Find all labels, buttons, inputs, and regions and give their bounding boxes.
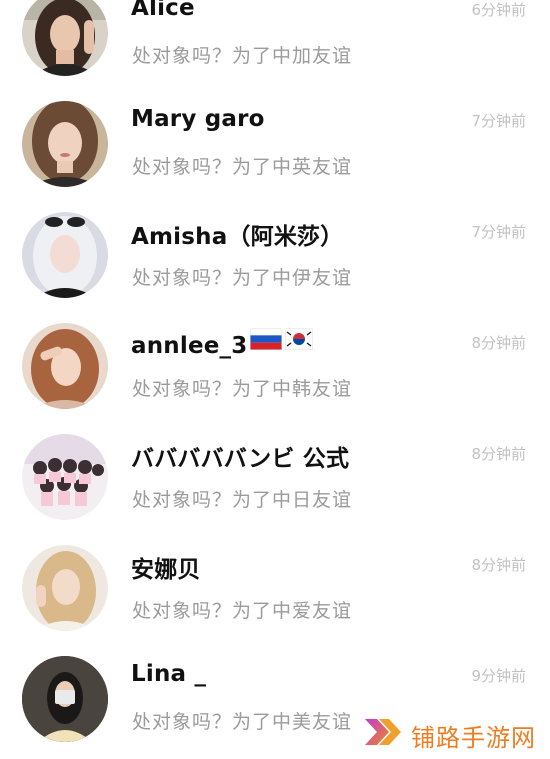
avatar-group-photo-icon <box>22 434 108 520</box>
chat-list: Alice 处对象吗？为了中加友谊 6分钟前 Mary garo 处对象吗？为了… <box>0 0 550 754</box>
message-preview: 处对象吗？为了中日友谊 <box>132 489 353 511</box>
korea-flag-icon <box>285 328 314 356</box>
contact-name-text: annlee_3 <box>131 333 248 359</box>
timestamp: 9分钟前 <box>471 667 526 685</box>
timestamp: 6分钟前 <box>471 1 526 19</box>
timestamp: 7分钟前 <box>471 223 526 241</box>
contact-name: Amisha（阿米莎） <box>131 224 344 250</box>
message-preview: 处对象吗？为了中美友谊 <box>132 711 353 733</box>
avatar[interactable] <box>22 0 108 76</box>
message-preview: 处对象吗？为了中伊友谊 <box>132 267 353 289</box>
avatar[interactable] <box>22 545 108 631</box>
timestamp: 7分钟前 <box>471 112 526 130</box>
avatar[interactable] <box>22 656 108 742</box>
chat-row-bambi-official[interactable]: バババババンビ 公式 处对象吗？为了中日友谊 8分钟前 <box>0 421 550 532</box>
avatar[interactable] <box>22 212 108 298</box>
chat-row-alice[interactable]: Alice 处对象吗？为了中加友谊 6分钟前 <box>0 0 550 88</box>
timestamp: 8分钟前 <box>471 334 526 352</box>
contact-name: annlee_3 <box>131 328 314 359</box>
timestamp: 8分钟前 <box>471 445 526 463</box>
avatar-auburn-hair-woman-icon <box>22 323 108 409</box>
avatar[interactable] <box>22 101 108 187</box>
chat-row-amisha[interactable]: Amisha（阿米莎） 处对象吗？为了中伊友谊 7分钟前 <box>0 199 550 310</box>
avatar-dark-hair-woman-icon <box>22 0 108 76</box>
watermark: 铺路手游网 <box>355 705 550 759</box>
chat-row-annabei[interactable]: 安娜贝 处对象吗？为了中爱友谊 8分钟前 <box>0 532 550 643</box>
contact-name: Mary garo <box>131 106 265 132</box>
contact-name: Alice <box>131 0 195 21</box>
avatar-white-hair-woman-icon <box>22 212 108 298</box>
watermark-text: 铺路手游网 <box>411 724 536 752</box>
message-preview: 处对象吗？为了中爱友谊 <box>132 600 353 622</box>
contact-name: Lina _ <box>131 661 207 687</box>
message-preview: 处对象吗？为了中英友谊 <box>132 156 353 178</box>
avatar-blonde-woman-icon <box>22 545 108 631</box>
message-preview: 处对象吗？为了中加友谊 <box>132 45 353 67</box>
avatar[interactable] <box>22 323 108 409</box>
chat-row-mary-garo[interactable]: Mary garo 处对象吗？为了中英友谊 7分钟前 <box>0 88 550 199</box>
avatar-brunette-woman-icon <box>22 101 108 187</box>
message-preview: 处对象吗？为了中韩友谊 <box>132 378 353 400</box>
timestamp: 8分钟前 <box>471 556 526 574</box>
chat-row-annlee[interactable]: annlee_3 处对象吗？为了中韩友谊 8分钟前 <box>0 310 550 421</box>
avatar-mirror-selfie-icon <box>22 656 108 742</box>
avatar[interactable] <box>22 434 108 520</box>
double-chevron-logo-icon <box>365 719 401 745</box>
contact-name: 安娜贝 <box>131 557 201 583</box>
russia-flag-icon <box>250 328 283 356</box>
contact-name: バババババンビ 公式 <box>131 446 350 472</box>
